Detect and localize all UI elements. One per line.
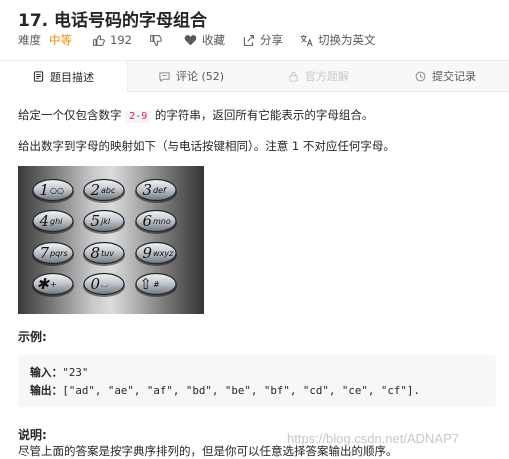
tab-official-solution-label: 官方题解 bbox=[305, 70, 349, 83]
description-text: 的字符串，返回所有它能表示的字母组合。 bbox=[151, 108, 374, 122]
tab-bar: 题目描述 评论 (52) 官方题解 提交记录 bbox=[0, 60, 509, 92]
keypad-key-4: 5 jkl bbox=[83, 209, 125, 234]
difficulty-label: 难度 bbox=[18, 33, 41, 47]
inline-code: 2-9 bbox=[125, 110, 152, 123]
output-label: 输出： bbox=[30, 384, 63, 397]
tab-comments[interactable]: 评论 (52) bbox=[128, 61, 255, 91]
comment-icon bbox=[159, 71, 170, 82]
keypad-digit: 0 bbox=[90, 275, 100, 293]
keypad-letters: + bbox=[50, 280, 57, 289]
difficulty-badge: 中等 bbox=[49, 33, 72, 47]
example-heading: 示例: bbox=[18, 330, 47, 344]
description-paragraph-2: 给出数字到字母的映射如下（与电话按键相同）。注意 1 不对应任何字母。 bbox=[18, 139, 395, 153]
like-count: 192 bbox=[110, 33, 132, 47]
lock-icon bbox=[289, 71, 298, 82]
keypad-digit: 2 bbox=[89, 181, 100, 199]
keypad-letters: ○○ bbox=[50, 186, 64, 195]
like-button[interactable]: 192 bbox=[92, 33, 132, 47]
tab-submissions-label: 提交记录 bbox=[432, 70, 476, 83]
heart-icon bbox=[184, 34, 197, 45]
tab-comments-label: 评论 (52) bbox=[175, 70, 225, 83]
output-value: ["ad", "ae", "af", "bd", "be", "bf", "cd… bbox=[62, 384, 420, 397]
tab-description[interactable]: 题目描述 bbox=[0, 61, 128, 92]
keypad-digit: 9 bbox=[142, 244, 152, 262]
keypad-letters: tuv bbox=[101, 249, 114, 258]
thumbs-down-icon bbox=[150, 34, 162, 46]
keypad-letters: def bbox=[153, 186, 167, 195]
switch-language-button[interactable]: 切换为英文 bbox=[300, 32, 376, 48]
keypad-digit: 5 bbox=[90, 212, 100, 230]
input-value: "23" bbox=[62, 366, 89, 379]
keypad-graphic: 1 ○○ 2 abc 3 def4 ghi 5 jkl 6 mno7 pqrs 8 tuv 9 wxyz✱ +0… bbox=[32, 178, 177, 297]
keypad-digit: 4 bbox=[38, 212, 49, 230]
note-heading: 说明: bbox=[18, 428, 47, 442]
keypad-digit: 1 bbox=[39, 181, 49, 199]
problem-title: 17. 电话号码的字母组合 bbox=[18, 11, 208, 31]
translate-icon bbox=[300, 34, 313, 46]
tab-submissions[interactable]: 提交记录 bbox=[382, 61, 509, 91]
switch-language-label: 切换为英文 bbox=[317, 33, 376, 47]
keypad-key-6: 7 pqrs bbox=[32, 241, 74, 266]
tab-official-solution[interactable]: 官方题解 bbox=[255, 61, 382, 91]
problem-meta-bar: 难度 中等 192 收藏 分享 切换为英文 bbox=[18, 32, 392, 48]
keypad-key-1: 2 abc bbox=[83, 178, 125, 203]
keypad-key-3: 4 ghi bbox=[32, 209, 74, 234]
input-label: 输入： bbox=[30, 366, 63, 379]
keypad-key-5: 6 mno bbox=[135, 209, 177, 234]
keypad-digit: ✱ bbox=[36, 275, 50, 293]
favorite-label: 收藏 bbox=[201, 33, 225, 47]
keypad-letters: abc bbox=[101, 186, 116, 195]
thumbs-up-icon bbox=[93, 34, 105, 46]
keypad-letters: pqrs bbox=[49, 249, 68, 258]
example-output-line: 输出：["ad", "ae", "af", "bd", "be", "bf", … bbox=[30, 382, 484, 400]
example-input-line: 输入："23" bbox=[30, 364, 484, 382]
keypad-letters: # bbox=[153, 280, 160, 289]
phone-keypad-image: 1 ○○ 2 abc 3 def 4 ghi 5 jkl 6 mno 7 pqrs 8 tuv 9 wxyz ✱ +0… bbox=[18, 166, 204, 314]
keypad-digit: 3 bbox=[142, 181, 152, 199]
keypad-key-2: 3 def bbox=[135, 178, 177, 203]
keypad-letters: mno bbox=[153, 217, 171, 226]
keypad-key-8: 9 wxyz bbox=[135, 241, 177, 266]
keypad-letters: jkl bbox=[100, 217, 111, 226]
clock-icon bbox=[415, 71, 426, 81]
tab-description-label: 题目描述 bbox=[50, 70, 94, 84]
keypad-key-0: 1 ○○ bbox=[32, 178, 74, 203]
share-label: 分享 bbox=[259, 33, 283, 47]
keypad-digit: 8 bbox=[90, 244, 100, 262]
doc-icon bbox=[33, 71, 44, 82]
keypad-letters: ⌴ bbox=[101, 280, 108, 289]
share-button[interactable]: 分享 bbox=[242, 32, 283, 48]
example-code-block: 输入："23" 输出：["ad", "ae", "af", "bd", "be"… bbox=[18, 355, 496, 407]
keypad-key-11: ⇧ # bbox=[135, 272, 177, 297]
watermark: https://blog.csdn.net/ADNAP7 bbox=[287, 431, 459, 446]
keypad-key-10: 0 ⌴ bbox=[83, 272, 125, 297]
share-icon bbox=[243, 34, 254, 46]
description-paragraph-1: 给定一个仅包含数字 2-9 的字符串，返回所有它能表示的字母组合。 bbox=[18, 107, 373, 123]
keypad-key-7: 8 tuv bbox=[83, 241, 125, 266]
keypad-digit: ⇧ bbox=[139, 275, 152, 293]
favorite-button[interactable]: 收藏 bbox=[184, 32, 225, 48]
description-text: 给定一个仅包含数字 bbox=[18, 108, 126, 122]
keypad-digit: 7 bbox=[39, 244, 49, 262]
keypad-digit: 6 bbox=[142, 212, 152, 230]
keypad-key-9: ✱ + bbox=[32, 272, 74, 297]
keypad-letters: ghi bbox=[50, 217, 63, 226]
dislike-button[interactable] bbox=[149, 34, 167, 47]
keypad-letters: wxyz bbox=[153, 249, 174, 258]
